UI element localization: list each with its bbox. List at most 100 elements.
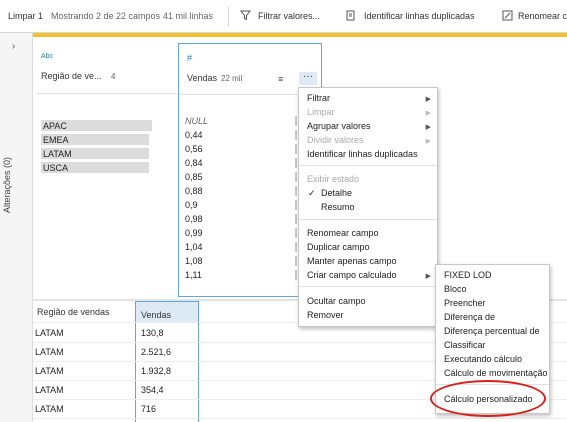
filter-values-button[interactable]: Filtrar valores... bbox=[240, 6, 330, 28]
value-bar-label: APAC bbox=[43, 121, 67, 131]
changes-label[interactable]: Alterações (0) bbox=[2, 157, 12, 213]
changes-rail[interactable]: › Alterações (0) bbox=[0, 33, 33, 422]
value-bar[interactable]: EMEA bbox=[41, 134, 157, 145]
menu-separator bbox=[299, 219, 437, 220]
menu-item-11[interactable]: Manter apenas campo bbox=[299, 256, 437, 269]
menu-item-label: Renomear campo bbox=[307, 228, 379, 238]
value-bar-label: LATAM bbox=[43, 149, 72, 159]
expand-chevron-icon[interactable]: › bbox=[12, 41, 15, 52]
menu-separator bbox=[299, 165, 437, 166]
value-mini-bar bbox=[295, 214, 297, 224]
value-mini-bar bbox=[295, 200, 297, 210]
submenu-arrow-icon: ▶ bbox=[425, 273, 431, 280]
column-header-regiao[interactable]: Região de vendas bbox=[37, 307, 110, 317]
cell-vendas[interactable]: 716 bbox=[141, 404, 156, 414]
value-mini-bar bbox=[295, 228, 297, 238]
cell-regiao[interactable]: LATAM bbox=[35, 347, 64, 357]
cell-regiao[interactable]: LATAM bbox=[35, 404, 64, 414]
table-row-line bbox=[33, 418, 567, 419]
more-options-icon[interactable]: ··· bbox=[299, 72, 317, 85]
menu-item-5[interactable]: Identificar linhas duplicadas bbox=[299, 149, 437, 162]
menu-item-13[interactable]: Ocultar campo bbox=[299, 296, 437, 309]
submenu-item-2[interactable]: Bloco bbox=[444, 284, 467, 294]
submenu-item-3[interactable]: Preencher bbox=[444, 298, 486, 308]
identify-duplicates-label: Identificar linhas duplicadas bbox=[364, 11, 475, 21]
cell-regiao[interactable]: LATAM bbox=[35, 385, 64, 395]
menu-item-6: Exibir estado bbox=[299, 174, 437, 187]
value-item[interactable]: 0,84 bbox=[185, 158, 203, 168]
value-item[interactable]: 0,98 bbox=[185, 214, 203, 224]
menu-item-1[interactable]: Filtrar ▶ bbox=[299, 93, 437, 106]
value-item[interactable]: 0,99 bbox=[185, 228, 203, 238]
value-item[interactable]: 1,08 bbox=[185, 256, 203, 266]
value-bar[interactable]: APAC bbox=[41, 120, 157, 131]
rename-field-label: Renomear c bbox=[518, 11, 567, 21]
cell-vendas[interactable]: 2.521,6 bbox=[141, 347, 171, 357]
cell-vendas[interactable]: 130,8 bbox=[141, 328, 164, 338]
submenu-arrow-icon: ▶ bbox=[425, 110, 431, 117]
value-item[interactable]: NULL bbox=[185, 116, 208, 126]
menu-item-12[interactable]: Criar campo calculado ▶ bbox=[299, 270, 437, 283]
submenu-item-5[interactable]: Diferença percentual de bbox=[444, 326, 540, 336]
number-type-icon: # bbox=[187, 53, 193, 63]
menu-item-14[interactable]: Remover bbox=[299, 310, 437, 323]
menu-item-label: Resumo bbox=[321, 202, 355, 212]
card-count: 4 bbox=[111, 72, 116, 81]
submenu-arrow-icon: ▶ bbox=[425, 124, 431, 131]
cell-vendas[interactable]: 1.932,8 bbox=[141, 366, 171, 376]
menu-item-label: Filtrar bbox=[307, 93, 330, 103]
menu-item-8[interactable]: Resumo bbox=[299, 202, 437, 215]
value-bar-label: USCA bbox=[43, 163, 69, 173]
profile-card-regiao[interactable]: Abc Região de ve... 4 APAC EMEA LATAM USCA bbox=[37, 43, 181, 297]
menu-item-10[interactable]: Duplicar campo bbox=[299, 242, 437, 255]
value-bar[interactable]: LATAM bbox=[41, 148, 157, 159]
cell-regiao[interactable]: LATAM bbox=[35, 328, 64, 338]
submenu-item-6[interactable]: Classificar bbox=[444, 340, 486, 350]
highlight-circle bbox=[430, 380, 546, 417]
value-item[interactable]: 0,44 bbox=[185, 130, 203, 140]
identify-duplicates-button[interactable]: Identificar linhas duplicadas bbox=[346, 6, 486, 28]
value-item[interactable]: 0,9 bbox=[185, 200, 198, 210]
menu-item-label: Duplicar campo bbox=[307, 242, 370, 252]
menu-item-label: Identificar linhas duplicadas bbox=[307, 149, 418, 159]
value-item[interactable]: 0,56 bbox=[185, 144, 203, 154]
submenu-item-8[interactable]: Cálculo de movimentação bbox=[444, 368, 548, 378]
value-bar[interactable]: USCA bbox=[41, 162, 157, 173]
menu-item-3[interactable]: Agrupar valores ▶ bbox=[299, 121, 437, 134]
menu-item-label: Agrupar valores bbox=[307, 121, 371, 131]
cell-regiao[interactable]: LATAM bbox=[35, 366, 64, 376]
submenu-arrow-icon: ▶ bbox=[425, 138, 431, 145]
value-mini-bar bbox=[295, 270, 297, 280]
card-count: 22 mil bbox=[221, 74, 243, 83]
value-mini-bar bbox=[295, 130, 297, 140]
column-header-vendas[interactable]: Vendas bbox=[141, 310, 171, 320]
menu-item-label: Dividir valores bbox=[307, 135, 364, 145]
menu-item-9[interactable]: Renomear campo bbox=[299, 228, 437, 241]
value-item[interactable]: 0,85 bbox=[185, 172, 203, 182]
menu-item-4: Dividir valores ▶ bbox=[299, 135, 437, 148]
toolbar-divider bbox=[228, 7, 229, 27]
value-item[interactable]: 0,88 bbox=[185, 186, 203, 196]
value-mini-bar bbox=[295, 242, 297, 252]
value-item[interactable]: 1,11 bbox=[185, 270, 202, 280]
menu-item-label: Manter apenas campo bbox=[307, 256, 397, 266]
rename-field-button[interactable]: Renomear c bbox=[502, 6, 567, 28]
value-mini-bar bbox=[295, 186, 297, 196]
value-mini-bar bbox=[295, 172, 297, 182]
value-item[interactable]: 1,04 bbox=[185, 242, 203, 252]
menu-item-2: Limpar ▶ bbox=[299, 107, 437, 120]
cell-vendas[interactable]: 354,4 bbox=[141, 385, 164, 395]
string-type-icon: Abc bbox=[41, 53, 54, 60]
menu-item-label: Remover bbox=[307, 310, 344, 320]
value-mini-bar bbox=[295, 158, 297, 168]
menu-item-7[interactable]: Detalhe ✓ bbox=[299, 188, 437, 201]
submenu-item-7[interactable]: Executando cálculo bbox=[444, 354, 522, 364]
menu-item-label: Criar campo calculado bbox=[307, 270, 397, 280]
filter-values-label: Filtrar valores... bbox=[258, 11, 321, 21]
submenu-arrow-icon: ▶ bbox=[425, 96, 431, 103]
submenu-item-4[interactable]: Diferença de bbox=[444, 312, 495, 322]
step-name: Limpar 1 bbox=[8, 11, 44, 21]
rename-icon bbox=[502, 10, 513, 21]
sort-icon[interactable]: ≡ bbox=[278, 74, 283, 84]
submenu-item-1[interactable]: FIXED LOD bbox=[444, 270, 492, 280]
